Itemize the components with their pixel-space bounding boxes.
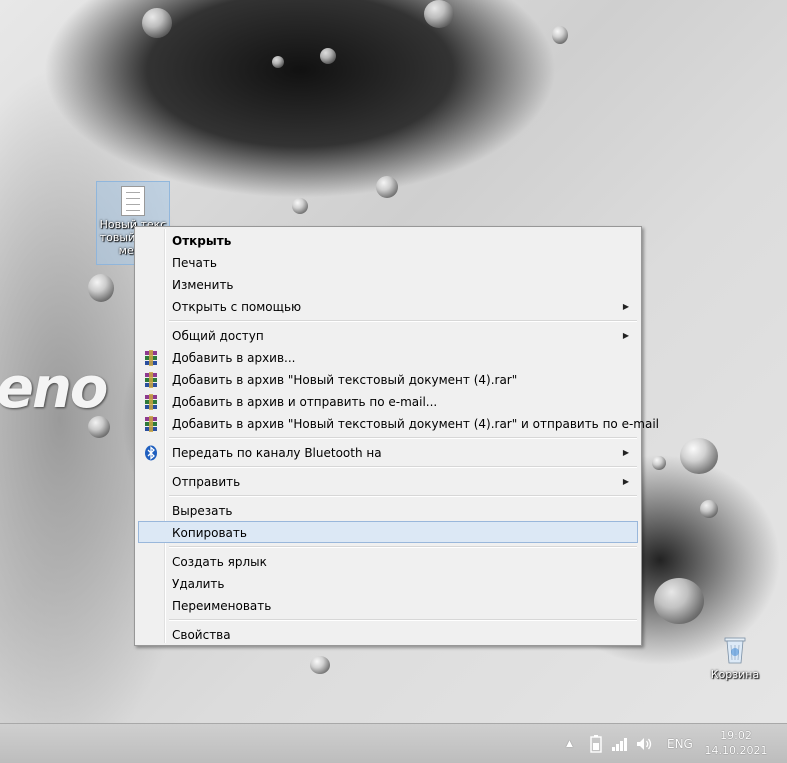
battery-icon[interactable]: [588, 734, 604, 754]
wallpaper-drop: [292, 198, 308, 214]
menu-item-cut[interactable]: Вырезать: [138, 499, 638, 521]
wallpaper-drop: [552, 26, 568, 44]
winrar-icon: [143, 372, 159, 388]
menu-item-add-to-archive[interactable]: Добавить в архив...: [138, 346, 638, 368]
winrar-icon: [143, 394, 159, 410]
desktop: eno Новый текстовый документ Корзина Отк…: [0, 0, 787, 763]
recycle-bin[interactable]: Корзина: [704, 636, 766, 681]
taskbar: ▲ ENG 19:02 14.10.2021: [0, 723, 787, 763]
wallpaper-drop: [142, 8, 172, 38]
menu-item-send-to[interactable]: Отправить ▶: [138, 470, 638, 492]
menu-item-label: Открыть: [172, 234, 232, 248]
menu-item-label: Изменить: [172, 278, 234, 292]
wallpaper-drop: [680, 438, 718, 474]
wallpaper-drop: [700, 500, 718, 518]
wallpaper-drop: [376, 176, 398, 198]
submenu-arrow-icon: ▶: [622, 448, 629, 457]
menu-item-label: Копировать: [172, 526, 247, 540]
text-document-icon: [121, 186, 145, 216]
menu-item-print[interactable]: Печать: [138, 251, 638, 273]
menu-item-label: Добавить в архив "Новый текстовый докуме…: [172, 373, 518, 387]
recycle-bin-icon: [724, 636, 746, 664]
menu-item-label: Общий доступ: [172, 329, 264, 343]
menu-separator: [137, 434, 639, 441]
menu-item-label: Открыть с помощью: [172, 300, 302, 314]
clock-date: 14.10.2021: [704, 744, 768, 757]
menu-item-properties[interactable]: Свойства: [138, 623, 638, 645]
wallpaper-drop: [320, 48, 336, 64]
wallpaper-drop: [654, 578, 704, 624]
menu-item-label: Удалить: [172, 577, 225, 591]
menu-item-label: Создать ярлык: [172, 555, 267, 569]
menu-item-add-to-named-archive[interactable]: Добавить в архив "Новый текстовый докуме…: [138, 368, 638, 390]
menu-item-edit[interactable]: Изменить: [138, 273, 638, 295]
network-signal-icon[interactable]: [610, 734, 630, 754]
wallpaper-drop: [88, 274, 114, 302]
winrar-icon: [143, 350, 159, 366]
menu-separator: [137, 543, 639, 550]
menu-item-open[interactable]: Открыть: [138, 229, 638, 251]
menu-item-label: Добавить в архив и отправить по e-mail..…: [172, 395, 438, 409]
speaker-icon[interactable]: [634, 734, 654, 754]
winrar-icon: [143, 416, 159, 432]
menu-item-label: Добавить в архив "Новый текстовый докуме…: [172, 417, 659, 431]
submenu-arrow-icon: ▶: [622, 331, 629, 340]
menu-separator: [137, 616, 639, 623]
submenu-arrow-icon: ▶: [622, 302, 629, 311]
menu-separator: [137, 317, 639, 324]
chevron-up-icon[interactable]: ▲: [566, 734, 573, 754]
menu-item-label: Печать: [172, 256, 217, 270]
menu-item-named-archive-and-email[interactable]: Добавить в архив "Новый текстовый докуме…: [138, 412, 659, 434]
wallpaper-drop: [424, 0, 454, 28]
menu-item-label: Переименовать: [172, 599, 272, 613]
menu-item-share[interactable]: Общий доступ ▶: [138, 324, 638, 346]
language-indicator[interactable]: ENG: [667, 734, 693, 754]
context-menu: Открыть Печать Изменить Открыть с помощь…: [134, 226, 659, 646]
menu-item-rename[interactable]: Переименовать: [138, 594, 638, 616]
bluetooth-icon: [143, 445, 159, 461]
menu-item-create-shortcut[interactable]: Создать ярлык: [138, 550, 638, 572]
wallpaper-drop: [310, 656, 330, 674]
menu-item-copy[interactable]: Копировать: [138, 521, 638, 543]
menu-separator: [137, 492, 639, 499]
menu-item-label: Свойства: [172, 628, 231, 642]
recycle-bin-label: Корзина: [710, 668, 760, 681]
menu-item-bluetooth[interactable]: Передать по каналу Bluetooth на ▶: [138, 441, 638, 463]
menu-item-label: Отправить: [172, 475, 241, 489]
taskbar-clock[interactable]: 19:02 14.10.2021: [700, 728, 772, 758]
menu-item-label: Вырезать: [172, 504, 233, 518]
submenu-arrow-icon: ▶: [622, 477, 629, 486]
menu-item-delete[interactable]: Удалить: [138, 572, 638, 594]
wallpaper-drop: [652, 456, 666, 470]
menu-item-label: Добавить в архив...: [172, 351, 296, 365]
wallpaper-brand-logo: eno: [0, 356, 108, 421]
wallpaper-drop: [272, 56, 284, 68]
menu-item-label: Передать по каналу Bluetooth на: [172, 446, 382, 460]
menu-item-archive-and-email[interactable]: Добавить в архив и отправить по e-mail..…: [138, 390, 638, 412]
menu-separator: [137, 463, 639, 470]
clock-time: 19:02: [720, 729, 752, 742]
menu-item-open-with[interactable]: Открыть с помощью ▶: [138, 295, 638, 317]
